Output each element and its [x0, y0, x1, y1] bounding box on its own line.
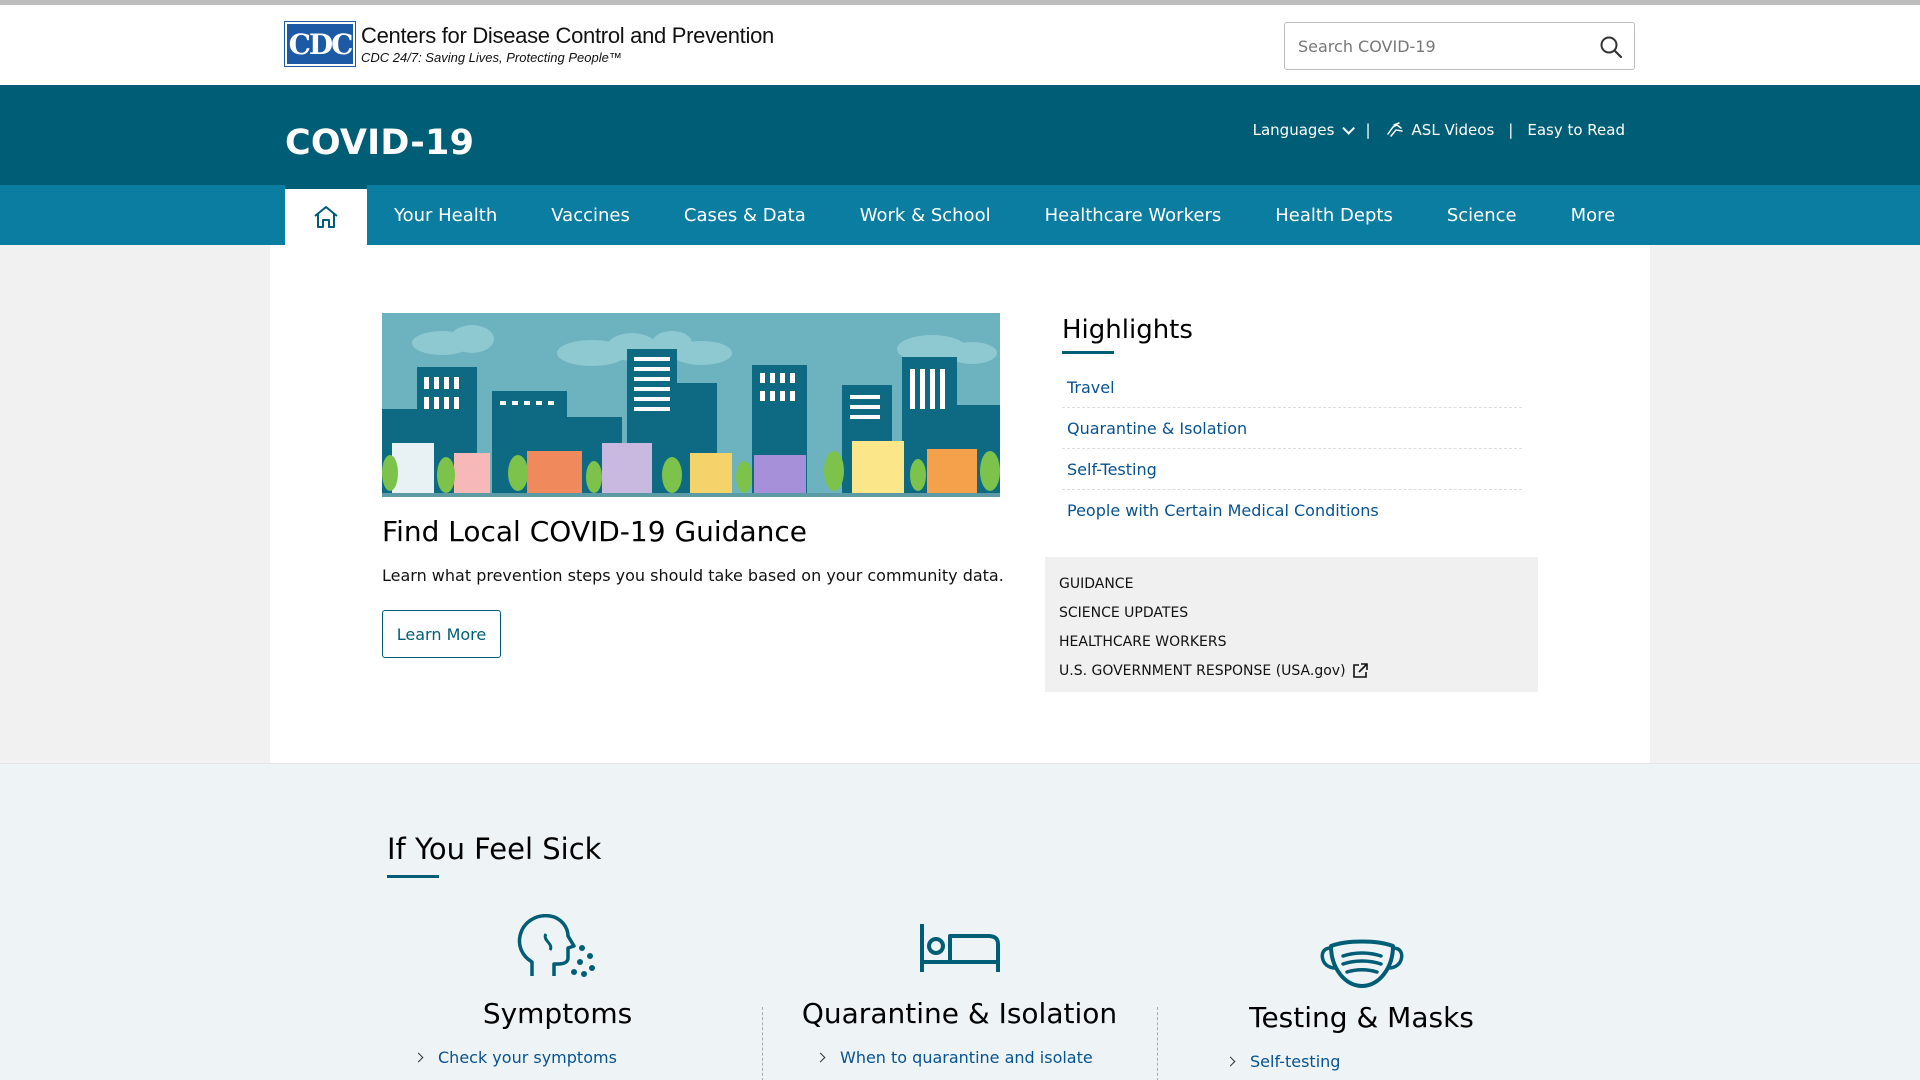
list-item: Self-Testing — [1062, 449, 1522, 490]
highlight-link-quarantine[interactable]: Quarantine & Isolation — [1067, 419, 1247, 438]
self-testing-link[interactable]: Self-testing — [1225, 1052, 1341, 1071]
nav-items: Your Health Vaccines Cases & Data Work &… — [285, 185, 1642, 245]
highlight-link-self-testing[interactable]: Self-Testing — [1067, 460, 1157, 479]
nav-more[interactable]: More — [1544, 185, 1643, 245]
chevron-down-icon — [1342, 121, 1356, 135]
highlights-title: Highlights — [1062, 315, 1193, 345]
home-icon — [314, 206, 338, 228]
nav-your-health[interactable]: Your Health — [367, 185, 524, 245]
nav-healthcare-workers[interactable]: Healthcare Workers — [1018, 185, 1249, 245]
easy-to-read-link[interactable]: Easy to Read — [1527, 121, 1625, 139]
section-title: If You Feel Sick — [387, 832, 602, 866]
chevron-right-icon — [413, 1052, 424, 1063]
highlight-link-travel[interactable]: Travel — [1067, 378, 1115, 397]
nav-cases-data[interactable]: Cases & Data — [657, 185, 833, 245]
separator: | — [1508, 121, 1514, 139]
symptoms-card: Symptoms Check your symptoms — [360, 914, 755, 1080]
languages-label: Languages — [1252, 121, 1335, 139]
masthead: CDC Centers for Disease Control and Prev… — [0, 5, 1920, 85]
title-underline — [1062, 351, 1114, 354]
tagline: CDC 24/7: Saving Lives, Protecting Peopl… — [361, 50, 622, 65]
languages-dropdown[interactable]: Languages — [1252, 121, 1356, 139]
search-icon[interactable] — [1598, 34, 1624, 60]
utility-links: Languages | ASL Videos | Easy to Read — [1253, 121, 1625, 139]
city-illustration[interactable] — [382, 313, 1000, 497]
quarantine-card: Quarantine & Isolation When to quarantin… — [762, 914, 1157, 1080]
cityscape-image — [382, 313, 1000, 497]
separator: | — [1365, 121, 1371, 139]
column-divider — [1157, 1007, 1158, 1080]
link-label: When to quarantine and isolate — [840, 1048, 1093, 1067]
link-label: Self-testing — [1250, 1052, 1341, 1071]
quick-links-box: GUIDANCE SCIENCE UPDATES HEALTHCARE WORK… — [1045, 557, 1538, 692]
nav-science[interactable]: Science — [1420, 185, 1544, 245]
title-underline — [387, 875, 439, 878]
card-title[interactable]: Testing & Masks — [1164, 1001, 1559, 1034]
quick-link-guidance[interactable]: GUIDANCE — [1059, 569, 1524, 598]
main-nav: Your Health Vaccines Cases & Data Work &… — [0, 185, 1920, 245]
asl-videos-link[interactable]: ASL Videos — [1385, 121, 1495, 139]
highlights-list: Travel Quarantine & Isolation Self-Testi… — [1062, 367, 1522, 531]
testing-masks-card: Testing & Masks Self-testing — [1164, 914, 1559, 1080]
when-to-quarantine-link[interactable]: When to quarantine and isolate — [815, 1048, 1093, 1067]
site-titlebar: COVID-19 Languages | ASL Videos | Easy t… — [0, 85, 1920, 185]
list-item: People with Certain Medical Conditions — [1062, 490, 1522, 531]
cdc-logo[interactable]: CDC Centers for Disease Control and Prev… — [284, 21, 774, 67]
org-name: Centers for Disease Control and Preventi… — [361, 23, 774, 48]
logo-text: Centers for Disease Control and Preventi… — [361, 23, 774, 65]
list-item: Travel — [1062, 367, 1522, 408]
if-you-feel-sick-section: If You Feel Sick Symptoms Check your sym… — [0, 763, 1920, 1080]
highlight-link-medical-conditions[interactable]: People with Certain Medical Conditions — [1067, 501, 1379, 520]
external-link-icon — [1352, 662, 1368, 678]
card-title[interactable]: Quarantine & Isolation — [762, 997, 1157, 1030]
check-symptoms-link[interactable]: Check your symptoms — [413, 1048, 617, 1067]
symptoms-icon — [517, 914, 595, 977]
quick-link-gov-response[interactable]: U.S. GOVERNMENT RESPONSE (USA.gov) — [1059, 656, 1524, 685]
quick-link-gov-response-label: U.S. GOVERNMENT RESPONSE (USA.gov) — [1059, 662, 1346, 679]
list-item: Quarantine & Isolation — [1062, 408, 1522, 449]
hero-title[interactable]: Find Local COVID-19 Guidance — [382, 515, 807, 548]
site-title[interactable]: COVID-19 — [285, 123, 474, 163]
quick-link-healthcare-workers[interactable]: HEALTHCARE WORKERS — [1059, 627, 1524, 656]
main-content: Find Local COVID-19 Guidance Learn what … — [270, 245, 1650, 763]
cdc-logo-mark: CDC — [284, 21, 356, 67]
nav-health-depts[interactable]: Health Depts — [1248, 185, 1420, 245]
nav-work-school[interactable]: Work & School — [833, 185, 1018, 245]
quick-link-science-updates[interactable]: SCIENCE UPDATES — [1059, 598, 1524, 627]
search-input[interactable] — [1285, 36, 1585, 56]
chevron-right-icon — [1225, 1056, 1236, 1067]
learn-more-button[interactable]: Learn More — [382, 610, 501, 658]
sign-language-icon — [1386, 122, 1403, 137]
mask-icon — [1320, 939, 1403, 988]
search-box — [1284, 22, 1635, 70]
card-title[interactable]: Symptoms — [360, 997, 755, 1030]
chevron-right-icon — [815, 1052, 826, 1063]
asl-label: ASL Videos — [1411, 121, 1495, 139]
bed-icon — [919, 924, 1000, 972]
nav-home[interactable] — [285, 185, 367, 245]
link-label: Check your symptoms — [438, 1048, 617, 1067]
nav-vaccines[interactable]: Vaccines — [524, 185, 657, 245]
hero-description: Learn what prevention steps you should t… — [382, 566, 1004, 585]
